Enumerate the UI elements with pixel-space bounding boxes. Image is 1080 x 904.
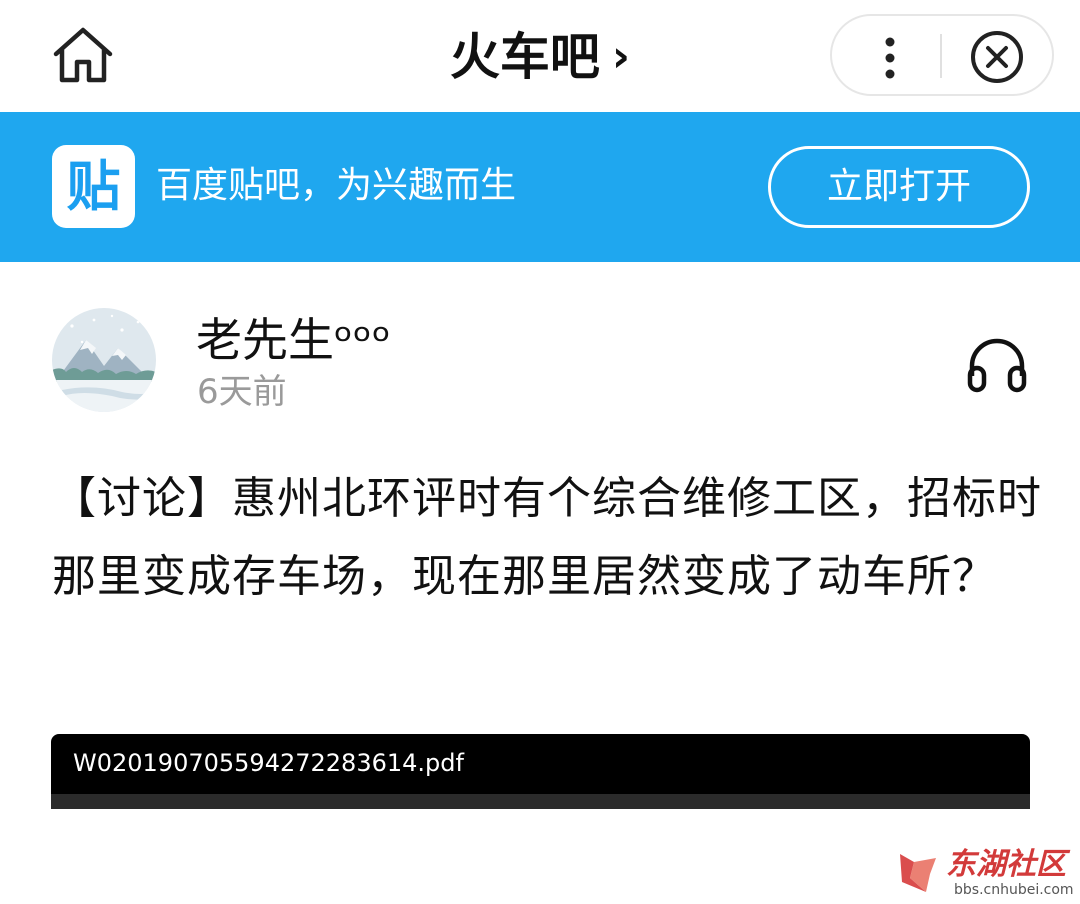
forum-title-link[interactable]: 火车吧 › [450,26,630,88]
watermark-name: 东湖社区 [946,847,1066,882]
mini-program-capsule [830,14,1054,96]
attachment-image[interactable]: W020190705594272283614.pdf [51,734,1030,809]
watermark-url: bbs.cnhubei.com [954,882,1074,898]
tieba-logo: 贴 [52,145,135,228]
watermark-logo-icon [900,854,936,892]
headphones-icon[interactable] [962,330,1032,396]
banner-slogan: 百度贴吧，为兴趣而生 [156,165,517,206]
capsule-divider [940,34,942,78]
open-app-button[interactable]: 立即打开 [768,146,1030,228]
app-open-banner: 贴 百度贴吧，为兴趣而生 立即打开 [0,112,1080,262]
top-nav-bar: 火车吧 › [0,0,1080,112]
post-time: 6天前 [197,372,287,412]
attachment-toolbar-strip [51,794,1030,809]
avatar[interactable] [52,308,156,412]
site-watermark: 东湖社区 bbs.cnhubei.com [896,848,1076,900]
forum-title: 火车吧 [449,28,600,86]
chevron-right-icon: › [611,31,631,82]
more-vertical-icon[interactable] [852,22,932,88]
home-icon[interactable] [50,24,116,86]
author-name[interactable]: 老先生ᵒᵒᵒ [196,310,391,370]
attachment-filename: W020190705594272283614.pdf [73,749,464,777]
post-title: 【讨论】惠州北环评时有个综合维修工区，招标时那里变成存车场，现在那里居然变成了动… [52,473,1042,602]
close-circle-icon[interactable] [962,22,1032,88]
